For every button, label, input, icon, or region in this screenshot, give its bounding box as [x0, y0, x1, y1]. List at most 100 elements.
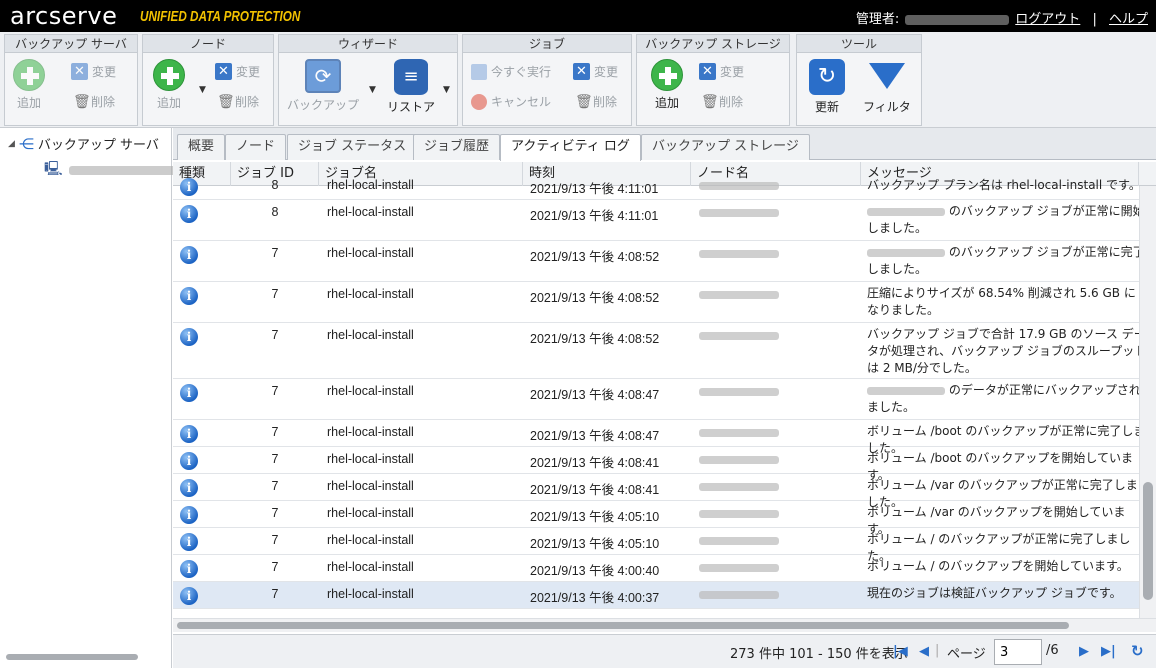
- user-area: 管理者: ログアウト | ヘルプ: [856, 8, 1148, 27]
- horizontal-scrollbar[interactable]: [173, 618, 1156, 632]
- page-number-input[interactable]: [994, 639, 1042, 665]
- cell-node-name: [699, 328, 779, 342]
- node-name-redacted: [699, 290, 779, 299]
- chevron-down-icon[interactable]: ▼: [369, 85, 376, 95]
- cell-message: のバックアップ ジョブが正常に完了しました。: [867, 244, 1147, 278]
- info-icon: i: [180, 506, 198, 524]
- restore-wizard-button[interactable]: ≡ リストア: [387, 59, 435, 115]
- cell-job-name: rhel-local-install: [327, 587, 414, 601]
- cell-job-id: 7: [271, 384, 279, 398]
- info-icon: i: [180, 328, 198, 346]
- first-page-icon[interactable]: |◀: [893, 644, 908, 659]
- backup-server-add-button[interactable]: 追加: [13, 59, 45, 111]
- node-name-redacted: [867, 386, 945, 395]
- server-name-redacted: [68, 165, 179, 175]
- backup-server-change-button[interactable]: ✕ 変更: [71, 63, 116, 80]
- help-link[interactable]: ヘルプ: [1109, 12, 1148, 27]
- filter-button[interactable]: フィルタ: [863, 59, 911, 115]
- table-row[interactable]: i 7 rhel-local-install 2021/9/13 午後 4:08:41…: [173, 447, 1139, 482]
- button-label: 追加: [156, 96, 181, 110]
- info-icon: i: [180, 587, 198, 605]
- node-change-button[interactable]: ✕ 変更: [215, 63, 260, 80]
- cell-time: 2021/9/13 午後 4:00:37: [530, 591, 660, 605]
- ribbon-toolbar: バックアップ サーバ 追加 ✕ 変更 🗑 削除 ノード 追加 ▼ ✕ 変更 🗑 …: [0, 32, 1156, 128]
- cell-node-name: [699, 178, 779, 192]
- cell-message: バックアップ ジョブで合計 17.9 GB のソース データが処理され、バックア…: [867, 326, 1147, 377]
- total-pages: /6: [1046, 643, 1059, 658]
- table-row[interactable]: i 7 rhel-local-install 2021/9/13 午後 4:08:52…: [173, 323, 1146, 379]
- table-row[interactable]: i 8 rhel-local-install 2021/9/13 午後 4:11:01…: [173, 200, 1145, 241]
- tab-4[interactable]: アクティビティ ログ: [500, 134, 641, 161]
- expand-arrow-icon[interactable]: ◢: [8, 139, 15, 149]
- group-title: バックアップ サーバ: [5, 35, 137, 53]
- job-change-button[interactable]: ✕ 変更: [573, 63, 618, 80]
- button-label: キャンセル: [491, 95, 552, 109]
- cell-job-name: rhel-local-install: [327, 452, 414, 466]
- tree-node-server[interactable]: 🖳: [44, 158, 179, 182]
- info-icon: i: [180, 425, 198, 443]
- node-name-redacted: [699, 482, 779, 491]
- button-label: バックアップ: [287, 98, 360, 112]
- prev-page-icon[interactable]: ◀: [919, 644, 929, 659]
- cell-node-name: [699, 479, 779, 493]
- run-now-button[interactable]: 今すぐ実行: [471, 63, 551, 80]
- trash-icon: 🗑: [575, 93, 593, 110]
- cell-time: 2021/9/13 午後 4:00:40: [530, 564, 660, 578]
- cell-job-name: rhel-local-install: [327, 287, 414, 301]
- refresh-icon[interactable]: ↻: [1131, 642, 1144, 660]
- trash-icon: 🗑: [217, 93, 235, 110]
- refresh-button[interactable]: ↻ 更新: [809, 59, 845, 115]
- job-cancel-button[interactable]: キャンセル: [471, 93, 551, 110]
- tab-3[interactable]: ジョブ履歴: [413, 134, 501, 160]
- storage-add-button[interactable]: 追加: [651, 59, 683, 111]
- vertical-scrollbar[interactable]: [1139, 186, 1156, 622]
- table-row[interactable]: i 7 rhel-local-install 2021/9/13 午後 4:08:52…: [173, 282, 1139, 323]
- cancel-icon: [471, 93, 487, 110]
- chevron-down-icon[interactable]: ▼: [199, 85, 206, 95]
- tab-5[interactable]: バックアップ ストレージ: [641, 134, 810, 160]
- scroll-thumb[interactable]: [1143, 482, 1153, 600]
- button-label: 追加: [16, 96, 41, 110]
- table-row[interactable]: i 8 rhel-local-install 2021/9/13 午後 4:11:01…: [173, 178, 1141, 200]
- job-delete-button[interactable]: 🗑 削除: [575, 93, 617, 110]
- table-row[interactable]: i 7 rhel-local-install 2021/9/13 午後 4:08:47…: [173, 379, 1141, 420]
- info-icon: i: [180, 479, 198, 497]
- tab-1[interactable]: ノード: [225, 134, 287, 160]
- message-text: ボリューム / のバックアップを開始しています。: [867, 559, 1129, 573]
- tree-root-backup-server[interactable]: ◢ ⋲ バックアップ サーバ: [8, 134, 159, 154]
- cell-node-name: [699, 587, 779, 601]
- table-row[interactable]: i 7 rhel-local-install 2021/9/13 午後 4:00:37…: [173, 582, 1139, 609]
- cell-time: 2021/9/13 午後 4:08:41: [530, 456, 660, 470]
- table-row[interactable]: i 7 rhel-local-install 2021/9/13 午後 4:05:10…: [173, 501, 1139, 536]
- logout-link[interactable]: ログアウト: [1015, 12, 1080, 27]
- cell-message: 圧縮によりサイズが 68.54% 削減され 5.6 GB になりました。: [867, 285, 1147, 319]
- next-page-icon[interactable]: ▶: [1079, 644, 1089, 659]
- table-row[interactable]: i 7 rhel-local-install 2021/9/13 午後 4:08:52…: [173, 241, 1145, 282]
- storage-change-button[interactable]: ✕ 変更: [699, 63, 744, 80]
- backup-wizard-button[interactable]: ⟳ バックアップ: [287, 59, 359, 113]
- table-row[interactable]: i 7 rhel-local-install 2021/9/13 午後 4:08:47…: [173, 420, 1145, 455]
- node-add-button[interactable]: 追加: [153, 59, 185, 111]
- cell-job-name: rhel-local-install: [327, 384, 414, 398]
- node-delete-button[interactable]: 🗑 削除: [217, 93, 259, 110]
- restore-database-icon: ≡: [394, 59, 428, 95]
- storage-delete-button[interactable]: 🗑 削除: [701, 93, 743, 110]
- cell-job-id: 7: [271, 425, 279, 439]
- node-name-redacted: [699, 331, 779, 340]
- node-name-redacted: [699, 249, 779, 258]
- pager-divider: |: [935, 643, 940, 658]
- tab-0[interactable]: 概要: [177, 134, 226, 160]
- cell-job-name: rhel-local-install: [327, 205, 414, 219]
- tab-2[interactable]: ジョブ ステータス: [287, 134, 418, 160]
- chevron-down-icon[interactable]: ▼: [443, 85, 450, 95]
- sidebar-scrollbar[interactable]: [6, 654, 138, 660]
- cell-job-id: 8: [271, 178, 279, 192]
- group-title: バックアップ ストレージ: [637, 35, 789, 53]
- backup-server-delete-button[interactable]: 🗑 削除: [73, 93, 115, 110]
- last-page-icon[interactable]: ▶|: [1101, 644, 1116, 659]
- table-row[interactable]: i 7 rhel-local-install 2021/9/13 午後 4:08:41…: [173, 474, 1139, 509]
- scroll-thumb[interactable]: [177, 622, 1069, 629]
- table-row[interactable]: i 7 rhel-local-install 2021/9/13 午後 4:05:10…: [173, 528, 1139, 563]
- cell-job-name: rhel-local-install: [327, 479, 414, 493]
- table-row[interactable]: i 7 rhel-local-install 2021/9/13 午後 4:00:40…: [173, 555, 1139, 582]
